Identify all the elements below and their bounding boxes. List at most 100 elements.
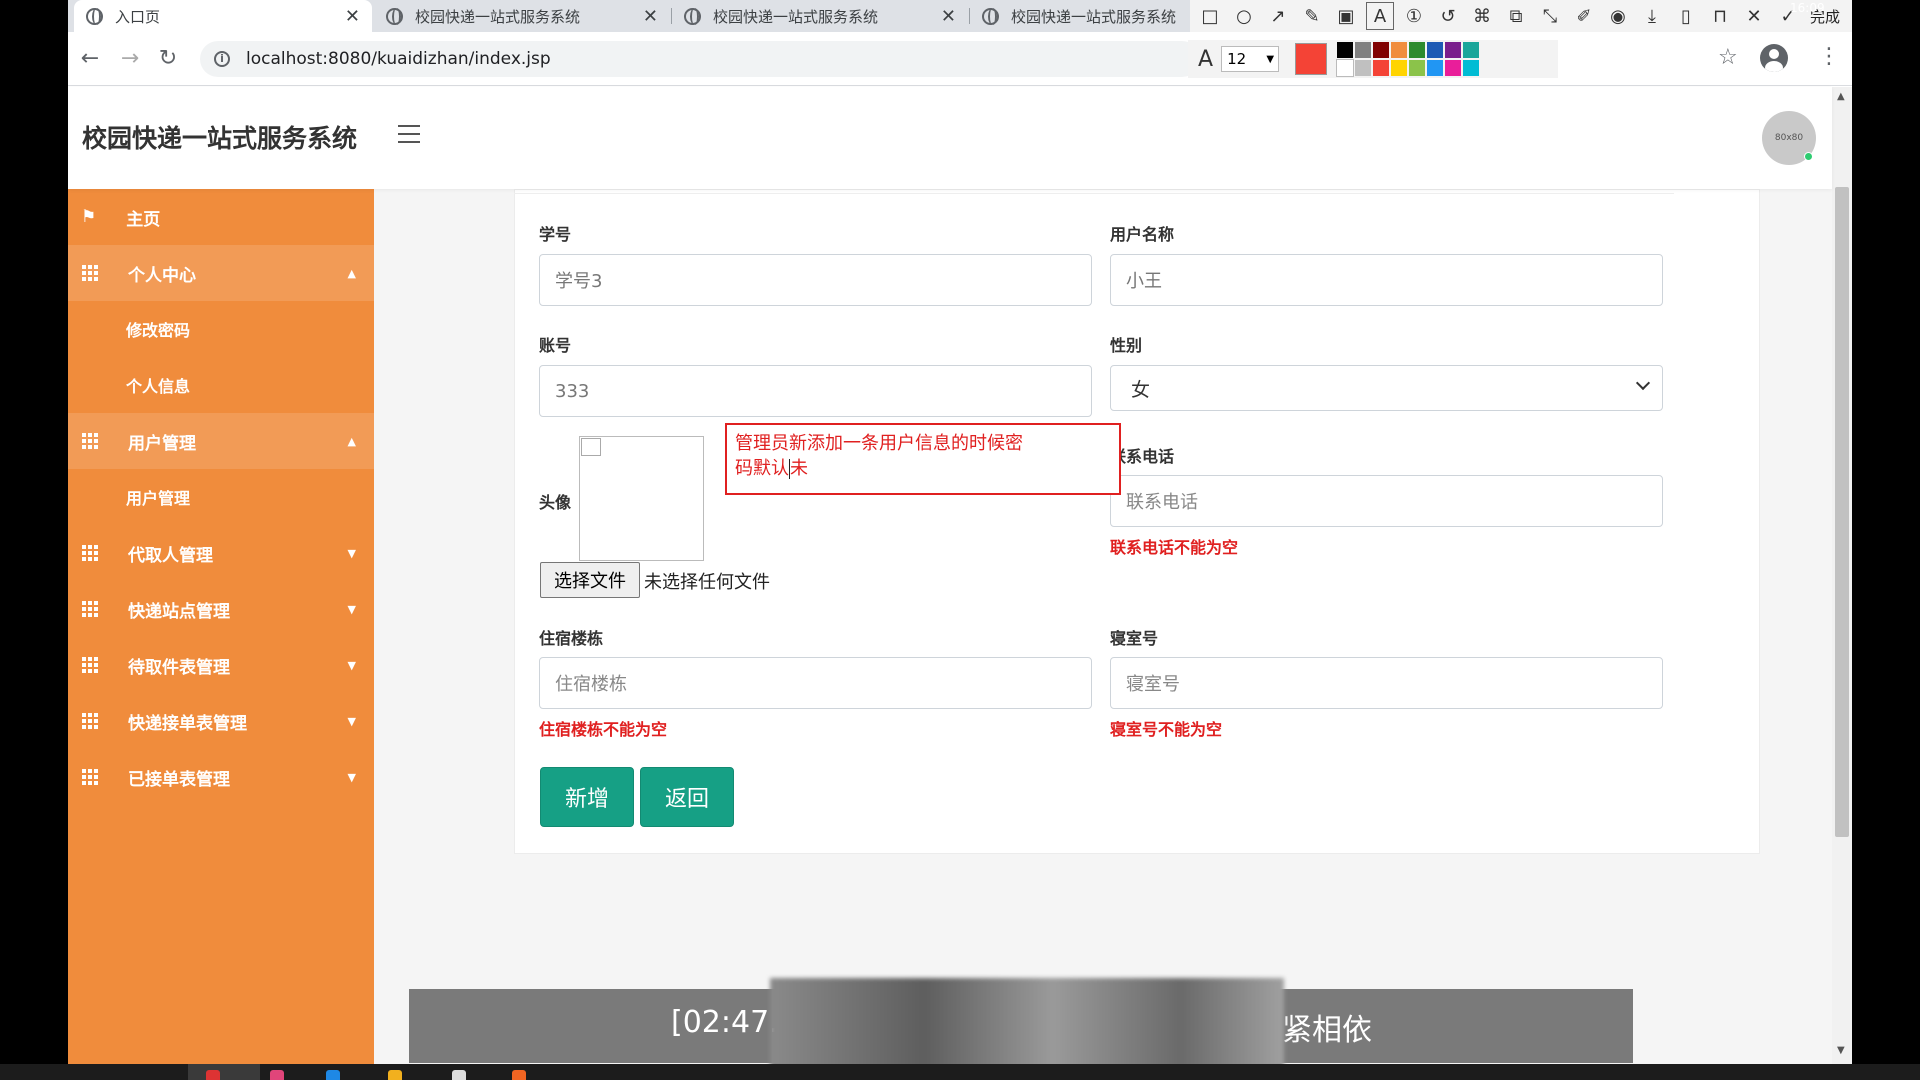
ocr-icon[interactable]: ⤡ xyxy=(1536,2,1564,30)
save-icon[interactable]: ▯ xyxy=(1672,2,1700,30)
username-input[interactable]: 小王 xyxy=(1110,254,1663,306)
room-input[interactable]: 寝室号 xyxy=(1110,657,1663,709)
palette-swatch[interactable] xyxy=(1391,42,1408,58)
browser-taskbar-icon[interactable] xyxy=(206,1070,220,1080)
globe-icon xyxy=(86,7,103,25)
back-icon[interactable]: ← xyxy=(76,44,104,72)
forward-icon[interactable]: → xyxy=(116,44,144,72)
sidebar-item-user-management[interactable]: 用户管理 ▲ xyxy=(68,413,374,469)
chevron-down-icon xyxy=(1635,375,1651,391)
vertical-scrollbar[interactable]: ▲ ▼ xyxy=(1832,87,1852,1064)
palette-swatch[interactable] xyxy=(1355,42,1372,58)
pin-icon[interactable]: ⌘ xyxy=(1468,2,1496,30)
sidebar-subitem-change-password[interactable]: 修改密码 xyxy=(68,301,374,357)
gender-select[interactable]: 女 xyxy=(1110,365,1663,411)
app-taskbar-icon[interactable] xyxy=(452,1070,466,1080)
avatar-text: 80x80 xyxy=(1774,133,1804,143)
app-taskbar-icon[interactable] xyxy=(326,1070,340,1080)
sidebar-item-order-table-management[interactable]: 快递接单表管理 ▼ xyxy=(68,693,374,749)
add-button[interactable]: 新增 xyxy=(540,767,634,827)
pencil-icon[interactable]: ✎ xyxy=(1298,2,1326,30)
scroll-up-icon[interactable]: ▲ xyxy=(1837,91,1845,102)
tab-title: 校园快递一站式服务系统 xyxy=(415,7,581,26)
close-icon[interactable]: ✕ xyxy=(643,6,658,27)
sidebar-item-agent-management[interactable]: 代取人管理 ▼ xyxy=(68,525,374,581)
close-icon[interactable]: ✕ xyxy=(1740,2,1768,30)
sidebar-item-label: 已接单表管理 xyxy=(128,769,230,790)
number-icon[interactable]: ① xyxy=(1400,2,1428,30)
caret-down-icon: ▼ xyxy=(347,658,356,672)
account-icon[interactable] xyxy=(1760,44,1788,72)
tab-system-3[interactable]: 校园快递一站式服务系统 xyxy=(970,0,1192,32)
info-icon[interactable]: i xyxy=(214,51,230,67)
grid-icon xyxy=(82,545,98,561)
choose-file-button[interactable]: 选择文件 xyxy=(540,562,640,598)
palette-swatch[interactable] xyxy=(1391,60,1408,76)
sidebar-subitem-personal-info[interactable]: 个人信息 xyxy=(68,357,374,413)
app-taskbar-icon[interactable] xyxy=(270,1070,284,1080)
palette-swatch[interactable] xyxy=(1373,60,1390,76)
close-icon[interactable]: ✕ xyxy=(941,6,956,27)
reload-icon[interactable]: ↻ xyxy=(154,44,182,72)
mosaic-icon[interactable]: ▣ xyxy=(1332,2,1360,30)
online-status-dot xyxy=(1804,152,1813,161)
sidebar-item-label: 主页 xyxy=(126,209,161,230)
gender-value: 女 xyxy=(1131,378,1151,401)
sidebar-item-station-management[interactable]: 快递站点管理 ▼ xyxy=(68,581,374,637)
palette-swatch[interactable] xyxy=(1355,60,1372,76)
palette-swatch[interactable] xyxy=(1427,60,1444,76)
undo-icon[interactable]: ↺ xyxy=(1434,2,1462,30)
building-error: 住宿楼栋不能为空 xyxy=(539,720,668,739)
tab-system-2[interactable]: 校园快递一站式服务系统 ✕ xyxy=(672,0,968,32)
tab-system-1[interactable]: 校园快递一站式服务系统 ✕ xyxy=(374,0,670,32)
sidebar-item-label: 个人中心 xyxy=(128,265,196,286)
text-icon[interactable]: A xyxy=(1366,2,1394,30)
hamburger-icon[interactable] xyxy=(398,125,420,143)
sidebar-subitem-user-management[interactable]: 用户管理 xyxy=(68,469,374,525)
ellipse-icon[interactable]: ○ xyxy=(1230,2,1258,30)
sidebar-item-pickup-table-management[interactable]: 待取件表管理 ▼ xyxy=(68,637,374,693)
rectangle-icon[interactable]: □ xyxy=(1196,2,1224,30)
palette-swatch[interactable] xyxy=(1463,60,1480,76)
scrollbar-thumb[interactable] xyxy=(1835,187,1849,837)
grid-icon xyxy=(82,601,98,617)
taskbar-active-app[interactable] xyxy=(188,1064,260,1080)
brush-icon[interactable]: ✐ xyxy=(1570,2,1598,30)
back-button[interactable]: 返回 xyxy=(640,767,734,827)
palette-swatch[interactable] xyxy=(1337,42,1354,58)
app-taskbar-icon[interactable] xyxy=(512,1070,526,1080)
arrow-icon[interactable]: ↗ xyxy=(1264,2,1292,30)
tab-entry-page[interactable]: 入口页 ✕ xyxy=(74,0,372,32)
record-icon[interactable]: ◉ xyxy=(1604,2,1632,30)
close-icon[interactable]: ✕ xyxy=(345,6,360,27)
sidebar-item-accepted-order-management[interactable]: 已接单表管理 ▼ xyxy=(68,749,374,805)
scroll-down-icon[interactable]: ▼ xyxy=(1837,1045,1845,1056)
building-input[interactable]: 住宿楼栋 xyxy=(539,657,1092,709)
palette-swatch[interactable] xyxy=(1463,42,1480,58)
bookmark-icon[interactable]: ⊓ xyxy=(1706,2,1734,30)
phone-input[interactable]: 联系电话 xyxy=(1110,475,1663,527)
more-menu-icon[interactable]: ⋮ xyxy=(1818,44,1840,69)
download-icon[interactable]: ⤓ xyxy=(1638,2,1666,30)
account-input[interactable]: 333 xyxy=(539,365,1092,417)
callout-line-1: 管理员新添加一条用户信息的时候密 xyxy=(735,433,1023,454)
font-size-select[interactable]: 12 ▼ xyxy=(1221,46,1280,72)
palette-swatch[interactable] xyxy=(1336,59,1355,77)
star-icon[interactable]: ☆ xyxy=(1718,45,1738,70)
palette-swatch[interactable] xyxy=(1409,60,1426,76)
current-color-swatch[interactable] xyxy=(1295,43,1328,75)
url-bar[interactable]: i localhost:8080/kuaidizhan/index.jsp xyxy=(200,41,1200,77)
translate-icon[interactable]: ⧉ xyxy=(1502,2,1530,30)
palette-swatch[interactable] xyxy=(1445,60,1462,76)
sidebar-item-home[interactable]: ⚑ 主页 xyxy=(68,189,374,245)
sidebar-item-personal-center[interactable]: 个人中心 ▲ xyxy=(68,245,374,301)
palette-swatch[interactable] xyxy=(1427,42,1444,58)
student-id-input[interactable]: 学号3 xyxy=(539,254,1092,306)
globe-icon xyxy=(982,7,999,25)
annotation-callout[interactable]: 管理员新添加一条用户信息的时候密 码默认未 xyxy=(725,423,1121,495)
brand-title: 校园快递一站式服务系统 xyxy=(82,124,358,153)
palette-swatch[interactable] xyxy=(1445,42,1462,58)
folder-taskbar-icon[interactable] xyxy=(388,1070,402,1080)
palette-swatch[interactable] xyxy=(1409,42,1426,58)
palette-swatch[interactable] xyxy=(1373,42,1390,58)
